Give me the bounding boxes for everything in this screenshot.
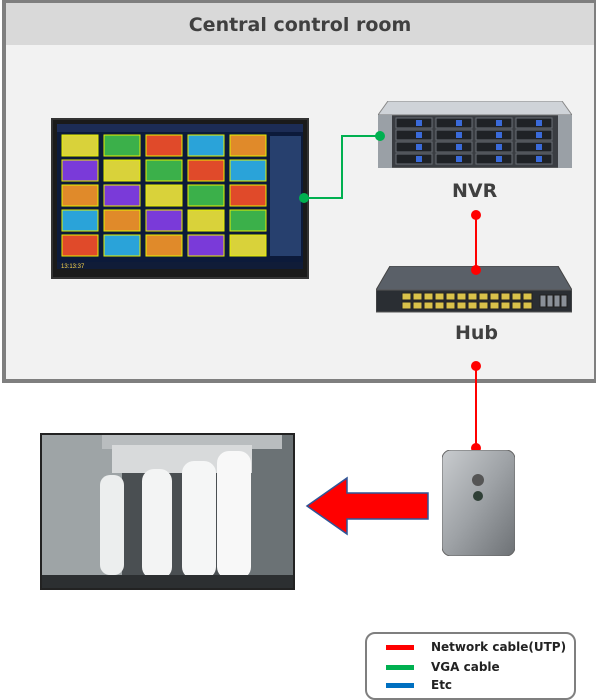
legend-label: Etc xyxy=(431,678,453,692)
camera-device-image xyxy=(442,450,515,556)
legend-label: Network cable(UTP) xyxy=(431,640,567,654)
arrow-left-icon xyxy=(305,476,429,536)
legend-swatch xyxy=(386,645,414,650)
network-end-dot xyxy=(471,210,481,220)
network-end-dot xyxy=(471,361,481,371)
camera-feed-image xyxy=(40,433,295,590)
network-end-dot xyxy=(471,265,481,275)
vga-cable-line xyxy=(304,135,380,199)
vga-end-dot xyxy=(375,131,385,141)
legend-swatch xyxy=(386,665,414,670)
legend-swatch xyxy=(386,683,414,688)
legend-label: VGA cable xyxy=(431,660,500,674)
vga-end-dot xyxy=(299,193,309,203)
legend: Network cable(UTP) VGA cable Etc xyxy=(365,632,576,700)
cable-lines xyxy=(299,131,481,536)
